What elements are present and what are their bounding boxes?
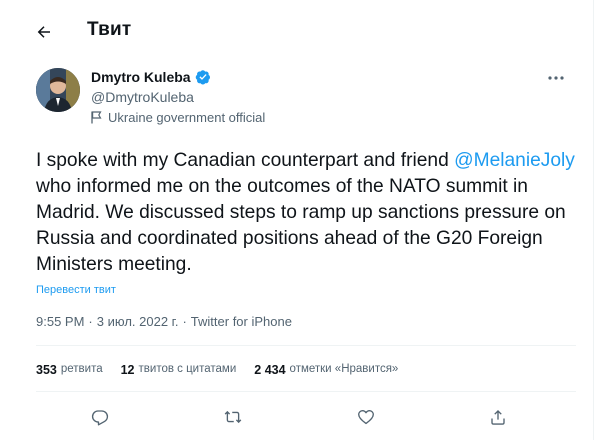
likes-label: отметки «Нравится»	[289, 363, 399, 375]
share-icon	[491, 409, 505, 425]
tweet-meta: 9:55 PM · 3 июл. 2022 г. · Twitter for i…	[36, 314, 292, 329]
flag-icon	[91, 111, 102, 124]
tweet-actions	[36, 404, 576, 430]
tweet-date[interactable]: 3 июл. 2022 г.	[97, 314, 179, 329]
quotes-stat[interactable]: 12 твитов с цитатами	[121, 363, 237, 377]
tweet-time[interactable]: 9:55 PM	[36, 314, 84, 329]
reply-button[interactable]	[87, 404, 113, 430]
avatar-image	[36, 68, 80, 112]
reply-icon	[91, 410, 109, 426]
more-options-button[interactable]	[544, 66, 568, 90]
tweet-text-start: I spoke with my Canadian counterpart and…	[36, 150, 455, 171]
tweet-stats: 353 ретвита 12 твитов с цитатами 2 434 о…	[36, 363, 416, 377]
tweet-source[interactable]: Twitter for iPhone	[191, 314, 292, 329]
like-button[interactable]	[353, 404, 379, 430]
tweet-text-end: who informed me on the outcomes of the N…	[36, 176, 566, 275]
quotes-count: 12	[120, 363, 135, 377]
translate-tweet-link[interactable]: Перевести твит	[36, 284, 116, 296]
author-handle[interactable]: @DmytroKuleba	[91, 89, 194, 105]
page-title: Твит	[87, 19, 132, 40]
tweet-page: Твит Dmytro Kuleba @DmytroKuleba Ukraine…	[0, 0, 594, 440]
like-icon	[358, 410, 374, 425]
divider	[36, 391, 576, 392]
retweet-button[interactable]	[220, 404, 246, 430]
meta-separator: ·	[182, 314, 187, 329]
author-name[interactable]: Dmytro Kuleba	[91, 69, 211, 85]
share-button[interactable]	[485, 404, 511, 430]
quotes-label: твитов с цитатами	[138, 363, 237, 375]
arrow-left-icon	[37, 26, 50, 38]
retweets-label: ретвита	[60, 363, 103, 375]
page-header: Твит	[0, 0, 594, 62]
government-label[interactable]: Ukraine government official	[91, 110, 265, 125]
tweet-text: I spoke with my Canadian counterpart and…	[36, 148, 576, 278]
likes-count: 2 434	[254, 363, 286, 377]
likes-stat[interactable]: 2 434 отметки «Нравится»	[254, 363, 398, 377]
back-button[interactable]	[28, 17, 60, 47]
divider	[36, 345, 576, 346]
avatar[interactable]	[36, 68, 80, 112]
more-icon	[548, 76, 564, 80]
meta-separator: ·	[88, 314, 93, 329]
verified-badge-icon	[195, 70, 210, 85]
author-name-text: Dmytro Kuleba	[91, 69, 191, 85]
mention-link[interactable]: @MelanieJoly	[454, 150, 575, 171]
retweets-count: 353	[36, 363, 57, 377]
retweet-icon	[224, 410, 242, 424]
government-label-text: Ukraine government official	[108, 110, 266, 125]
retweets-stat[interactable]: 353 ретвита	[36, 363, 103, 377]
